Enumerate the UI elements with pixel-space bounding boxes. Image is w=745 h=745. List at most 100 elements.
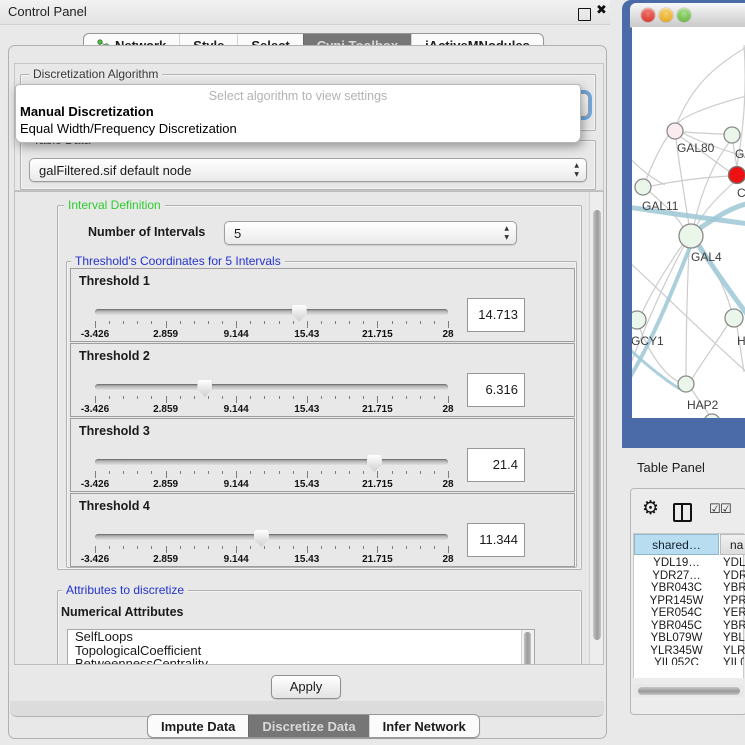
zoom-traffic-light[interactable] <box>677 8 691 22</box>
table-row[interactable]: YBR045CYBR0 <box>634 620 744 633</box>
checkbox-icon[interactable]: ☑ <box>709 502 721 518</box>
column-header-name[interactable]: na <box>720 534 745 555</box>
attributes-list[interactable]: SelfLoops TopologicalCoefficient Between… <box>67 629 535 665</box>
slider-track[interactable] <box>95 459 448 465</box>
table-row[interactable]: YIL052C YIL0 <box>634 657 744 665</box>
cell: YER054C <box>634 607 719 620</box>
cell: YLR3 <box>723 645 745 658</box>
slider-ticks <box>95 321 448 328</box>
gear-icon[interactable]: ⚙ <box>642 497 659 519</box>
table-row[interactable]: YPR145W YPR1 <box>634 595 744 608</box>
column-header-shared-name[interactable]: shared… <box>634 534 719 555</box>
slider-handle[interactable] <box>197 380 212 397</box>
numerical-attributes-label: Numerical Attributes <box>61 605 183 619</box>
group-title: Interval Definition <box>64 198 165 212</box>
scale-label: 2.859 <box>153 554 178 565</box>
node-ga[interactable] <box>724 127 740 143</box>
tab-impute-data[interactable]: Impute Data <box>148 715 248 737</box>
cell: YPR1 <box>723 595 745 608</box>
threshold-2-slider[interactable]: -3.426 2.859 9.144 15.43 21.715 28 <box>95 380 448 412</box>
dropdown-option-manual-discretization[interactable]: Manual Discretization <box>16 103 580 120</box>
scale-label: -3.426 <box>81 404 109 415</box>
cell: YPR145W <box>634 595 719 608</box>
threshold-1-slider[interactable]: -3.426 2.859 9.144 15.43 21.715 28 <box>95 305 448 337</box>
algorithm-dropdown-popup: Select algorithm to view settings Manual… <box>15 84 581 143</box>
slider-track[interactable] <box>95 384 448 390</box>
slider-track[interactable] <box>95 309 448 315</box>
node-hap2[interactable] <box>678 376 694 392</box>
node-red[interactable] <box>729 167 745 184</box>
table-row[interactable]: YDR27… YDR2 <box>634 570 744 583</box>
cell: YDR27… <box>634 570 719 583</box>
split-view-icon[interactable] <box>673 503 692 522</box>
slider-track[interactable] <box>95 534 448 540</box>
slider-handle[interactable] <box>254 530 269 547</box>
threshold-3-slider[interactable]: -3.426 2.859 9.144 15.43 21.715 28 <box>95 455 448 487</box>
cell: YIL052C <box>634 657 719 665</box>
node-gal11[interactable] <box>635 179 651 195</box>
tab-infer-network[interactable]: Infer Network <box>369 715 479 737</box>
table-row[interactable]: YDL19…YDL1 <box>634 557 744 570</box>
spinner-arrows-icon: ▲▼ <box>504 224 509 242</box>
pane-scrollbar[interactable] <box>589 192 604 664</box>
table-row[interactable]: YBL079WYBL0 <box>634 632 744 645</box>
cell: YBR0 <box>723 620 745 633</box>
threshold-2-value-field[interactable]: 6.316 <box>467 373 525 407</box>
threshold-1-value-field[interactable]: 14.713 <box>467 298 525 332</box>
tab-discretize-data[interactable]: Discretize Data <box>248 715 368 737</box>
list-item[interactable]: SelfLoops <box>68 630 534 644</box>
table-data-combo[interactable]: galFiltered.sif default node ▲▼ <box>29 158 587 182</box>
apply-button[interactable]: Apply <box>271 675 341 699</box>
close-icon[interactable]: ✖ <box>596 3 607 14</box>
threshold-4-slider[interactable]: -3.426 2.859 9.144 15.43 21.715 28 <box>95 530 448 562</box>
table-row[interactable]: YLR345WYLR3 <box>634 645 744 658</box>
node-label-gal11: GAL11 <box>642 199 679 213</box>
node-gal80[interactable] <box>667 123 683 139</box>
float-window-icon[interactable] <box>578 8 591 21</box>
slider-handle[interactable] <box>367 455 382 472</box>
dropdown-option-equal-width-frequency[interactable]: Equal Width/Frequency Discretization <box>16 120 580 137</box>
node-gal4[interactable] <box>679 224 703 248</box>
table-row[interactable]: YER054CYER0 <box>634 607 744 620</box>
node-gcy1[interactable] <box>632 311 646 329</box>
table-horizontal-scrollbar[interactable] <box>633 684 744 697</box>
cell: YDR2 <box>723 570 745 583</box>
list-scrollbar[interactable] <box>521 630 534 665</box>
threshold-4-value-field[interactable]: 11.344 <box>467 523 525 557</box>
scrollbar-thumb[interactable] <box>593 210 601 640</box>
slider-handle[interactable] <box>292 305 307 322</box>
checkbox-icon[interactable]: ☑ <box>720 502 732 518</box>
table-row[interactable]: YBR043CYBR0 <box>634 582 744 595</box>
minimize-traffic-light[interactable] <box>659 8 673 22</box>
group-title: Attributes to discretize <box>62 583 188 597</box>
combo-value: galFiltered.sif default node <box>39 163 191 178</box>
node-partial[interactable] <box>704 414 720 418</box>
node-label-c: C <box>737 186 745 200</box>
slider-ticks <box>95 471 448 478</box>
scrollbar-thumb[interactable] <box>638 687 740 695</box>
list-item[interactable]: TopologicalCoefficient <box>68 644 534 658</box>
number-of-intervals-spinner[interactable]: 5 ▲▼ <box>224 221 517 245</box>
list-item[interactable]: BetweennessCentrality <box>68 657 534 665</box>
scrollbar-thumb[interactable] <box>524 632 531 665</box>
threshold-1-row: Threshold 1 -3.426 2.859 9.144 15.43 21.… <box>70 268 575 342</box>
cell: YIL0 <box>723 657 744 665</box>
scale-label: 21.715 <box>362 479 393 490</box>
scale-label: 21.715 <box>362 404 393 415</box>
scale-label: 21.715 <box>362 554 393 565</box>
close-traffic-light[interactable] <box>641 8 655 22</box>
node-h[interactable] <box>725 309 743 327</box>
bottom-tab-bar: Impute Data Discretize Data Infer Networ… <box>147 714 480 738</box>
node-label-gal4: GAL4 <box>691 250 722 264</box>
scale-label: 21.715 <box>362 329 393 340</box>
table-data-group: Table Data galFiltered.sif default node … <box>20 140 596 190</box>
scale-label: 15.43 <box>294 479 319 490</box>
number-of-intervals-label: Number of Intervals <box>88 225 205 239</box>
scale-label: 9.144 <box>224 329 249 340</box>
network-canvas[interactable]: GAL80 GA C GAL11 GAL4 GCY1 H HAP2 <box>632 27 745 418</box>
dropdown-placeholder: Select algorithm to view settings <box>16 89 580 103</box>
node-table: shared… na YDL19…YDL1 YDR27… YDR2 YBR043C… <box>633 533 744 678</box>
tab-label: Infer Network <box>383 719 466 734</box>
scale-label: -3.426 <box>81 554 109 565</box>
threshold-3-value-field[interactable]: 21.4 <box>467 448 525 482</box>
